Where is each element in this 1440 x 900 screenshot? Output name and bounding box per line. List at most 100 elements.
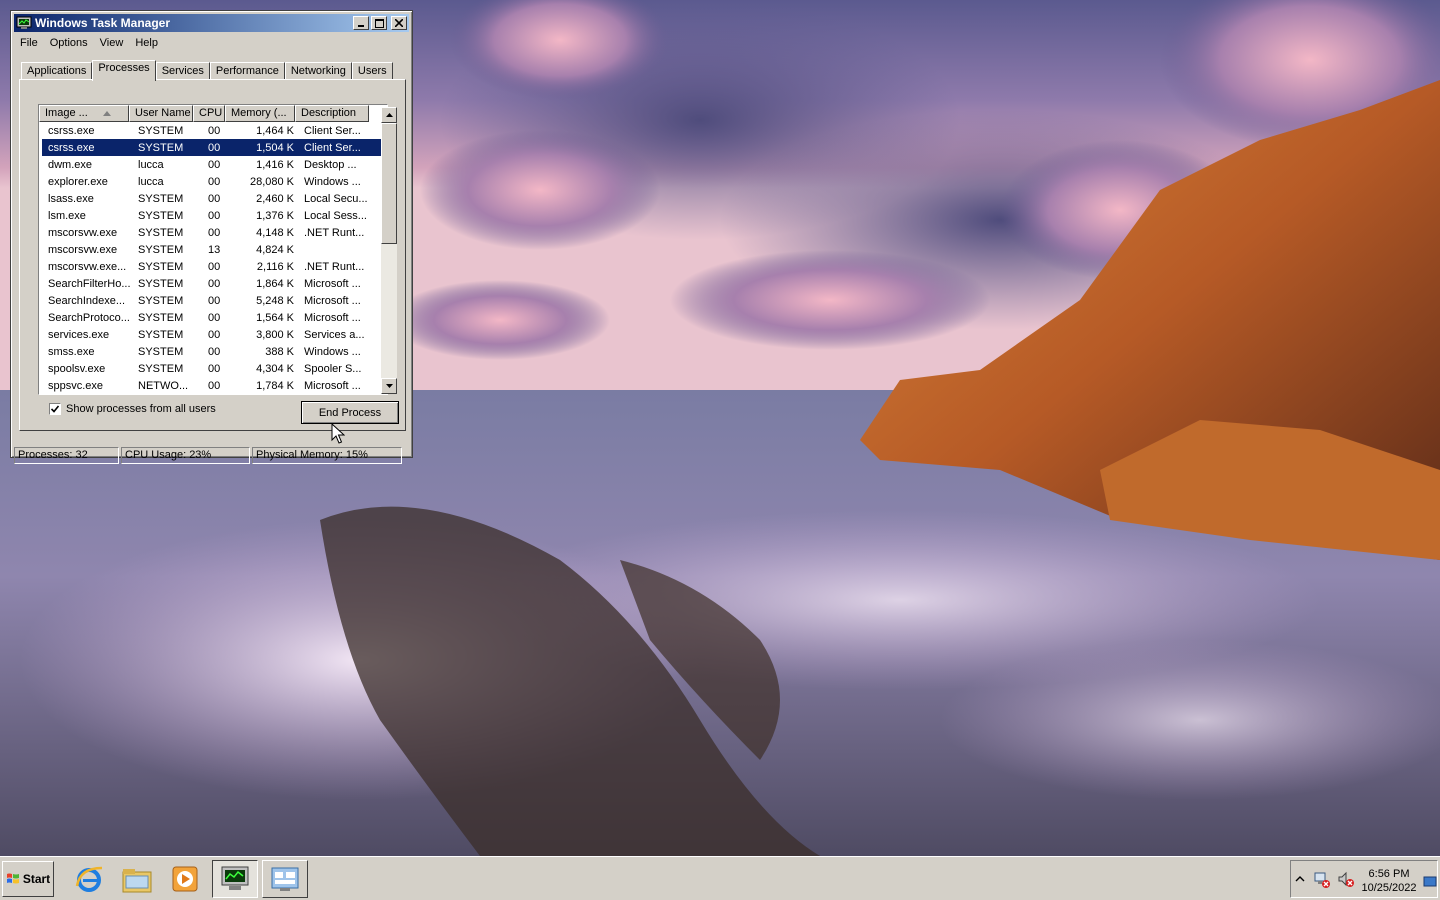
taskbar-file-explorer[interactable] [114,860,160,898]
process-description: Local Secu... [304,192,368,205]
process-memory: 1,784 K [256,379,294,392]
process-row[interactable]: mscorsvw.exe... SYSTEM 00 2,116 K .NET Runt.… [42,258,387,275]
maximize-icon [374,18,384,28]
process-row[interactable]: dwm.exe lucca 00 1,416 K Desktop ... [42,156,387,173]
process-row[interactable]: explorer.exe lucca 00 28,080 K Windows ... [42,173,387,190]
windows-logo-icon [6,873,19,884]
taskbar-media-player[interactable] [162,860,208,898]
process-row[interactable]: SearchProtoco... SYSTEM 00 1,564 K Microsoft… [42,309,387,326]
process-row[interactable]: mscorsvw.exe SYSTEM 13 4,824 K [42,241,387,258]
status-processes: Processes: 32 [14,447,119,464]
minimize-button[interactable] [353,16,369,30]
process-user-name: SYSTEM [138,260,184,273]
tab-performance[interactable]: Performance [209,62,285,80]
show-all-users-option[interactable]: Show processes from all users [49,403,216,415]
process-user-name: SYSTEM [138,328,184,341]
column-cpu[interactable]: CPU [193,105,225,122]
file-explorer-icon [122,869,152,893]
arrow-down-icon [385,384,393,388]
menu-view[interactable]: View [94,37,130,49]
process-row[interactable]: SearchFilterHo... SYSTEM 00 1,864 K Microsof… [42,275,387,292]
process-list[interactable]: Image ... User Name CPU Memory (... Desc… [38,104,388,395]
process-row[interactable]: csrss.exe SYSTEM 00 1,504 K Client Ser... [42,139,387,156]
menu-options[interactable]: Options [44,37,94,49]
tab-users[interactable]: Users [351,62,393,80]
volume-muted-icon[interactable] [1337,871,1355,889]
column-description[interactable]: Description [295,105,369,122]
column-memory[interactable]: Memory (... [225,105,295,122]
media-player-icon [172,866,198,892]
start-button[interactable]: Start [2,861,54,897]
tab-processes[interactable]: Processes [92,60,156,81]
process-user-name: SYSTEM [138,345,184,358]
internet-explorer-icon [75,866,103,892]
column-user-name[interactable]: User Name [129,105,193,122]
process-cpu: 00 [208,328,221,341]
start-label: Start [22,872,51,886]
maximize-button[interactable] [371,16,387,30]
clock[interactable]: 6:56 PM 10/25/2022 [1357,867,1421,895]
taskbar-control-panel[interactable] [262,860,308,898]
process-image-name: explorer.exe [48,175,108,188]
process-row[interactable]: lsass.exe SYSTEM 00 2,460 K Local Secu... [42,190,387,207]
process-image-name: dwm.exe [48,158,93,171]
task-manager-window[interactable]: Windows Task Manager File Options View H… [10,10,413,464]
scroll-thumb[interactable] [381,123,397,244]
network-disconnected-icon[interactable] [1313,871,1331,889]
process-memory: 3,800 K [256,328,294,341]
title-bar[interactable]: Windows Task Manager [14,14,409,32]
show-hidden-icons-chevron[interactable] [1295,874,1305,884]
sort-ascending-icon [103,111,111,116]
process-image-name: spoolsv.exe [48,362,106,375]
taskbar-task-manager[interactable] [212,860,258,898]
process-row[interactable]: sppsvc.exe NETWO... 00 1,784 K Microsoft ... [42,377,387,394]
process-user-name: SYSTEM [138,192,184,205]
tab-networking[interactable]: Networking [284,62,352,80]
process-cpu: 00 [208,260,221,273]
column-image-name[interactable]: Image ... [39,105,129,122]
scroll-down-button[interactable] [381,378,397,394]
process-row[interactable]: lsm.exe SYSTEM 00 1,376 K Local Sess... [42,207,387,224]
process-image-name: csrss.exe [48,141,95,154]
process-memory: 1,464 K [256,124,294,137]
process-user-name: SYSTEM [138,141,184,154]
process-row[interactable]: mscorsvw.exe SYSTEM 00 4,148 K .NET Runt... [42,224,387,241]
show-desktop-icon[interactable] [1423,875,1437,889]
process-row[interactable]: smss.exe SYSTEM 00 388 K Windows ... [42,343,387,360]
end-process-button[interactable]: End Process [301,401,399,424]
process-cpu: 00 [208,175,221,188]
close-button[interactable] [391,16,407,30]
process-row[interactable]: csrss.exe SYSTEM 00 1,464 K Client Ser... [42,122,387,139]
process-cpu: 00 [208,141,221,154]
process-cpu: 00 [208,277,221,290]
process-memory: 1,376 K [256,209,294,222]
process-cpu: 00 [208,362,221,375]
process-list-scrollbar[interactable] [381,107,397,394]
taskbar-internet-explorer[interactable] [66,860,112,898]
menu-file[interactable]: File [14,37,44,49]
process-cpu: 00 [208,294,221,307]
show-all-users-checkbox[interactable] [49,403,61,415]
process-user-name: lucca [138,158,164,171]
process-user-name: NETWO... [138,379,189,392]
process-image-name: lsass.exe [48,192,94,205]
tab-strip: Applications Processes Services Performa… [21,60,393,81]
process-image-name: lsm.exe [48,209,86,222]
process-memory: 5,248 K [256,294,294,307]
process-image-name: sppsvc.exe [48,379,104,392]
control-panel-icon [271,867,299,891]
process-rows: csrss.exe SYSTEM 00 1,464 K Client Ser... csr… [39,122,387,394]
process-row[interactable]: SearchIndexe... SYSTEM 00 5,248 K Microsoft … [42,292,387,309]
process-user-name: SYSTEM [138,226,184,239]
tab-services[interactable]: Services [155,62,210,80]
scroll-up-button[interactable] [381,107,397,123]
process-row[interactable]: spoolsv.exe SYSTEM 00 4,304 K Spooler S... [42,360,387,377]
tab-applications[interactable]: Applications [21,62,93,80]
menu-help[interactable]: Help [129,37,164,49]
process-row[interactable]: services.exe SYSTEM 00 3,800 K Services a... [42,326,387,343]
process-cpu: 00 [208,158,221,171]
process-memory: 2,116 K [256,260,294,273]
process-cpu: 00 [208,226,221,239]
mouse-cursor-icon [331,423,345,444]
process-image-name: SearchIndexe... [48,294,126,307]
